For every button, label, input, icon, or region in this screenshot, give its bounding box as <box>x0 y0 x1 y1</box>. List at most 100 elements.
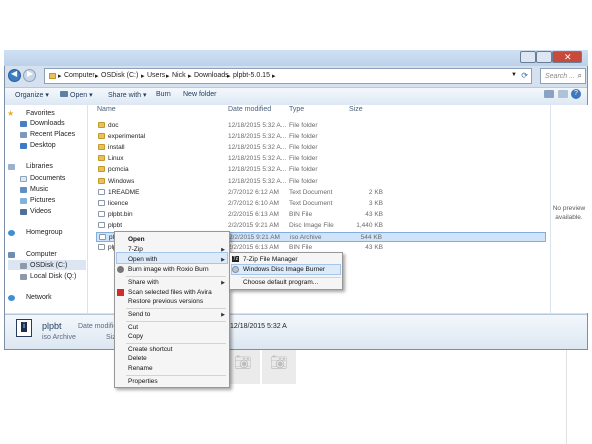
details-pane <box>5 314 587 349</box>
nav-music[interactable]: Music <box>30 186 48 193</box>
menu-7zip[interactable]: 7-Zip <box>128 246 143 253</box>
nav-favorites[interactable]: Favorites <box>26 110 55 117</box>
help-icon[interactable]: ? <box>571 89 581 99</box>
file-size: 544 KB <box>360 234 382 241</box>
back-arrow-icon: ◀ <box>11 69 18 78</box>
file-size: 3 KB <box>368 199 383 207</box>
menu-create-shortcut[interactable]: Create shortcut <box>128 346 172 353</box>
folder-icon <box>98 133 105 140</box>
column-type[interactable]: Type <box>289 106 304 113</box>
maximize-button[interactable] <box>536 51 552 63</box>
address-bar[interactable]: ▸ Computer ▸ OSDisk (C:) ▸ Users ▸ Nick … <box>44 68 532 84</box>
back-button[interactable]: ◀ <box>8 69 21 82</box>
menu-share-with[interactable]: Share with <box>128 279 159 286</box>
breadcrumb-separator: ▸ <box>188 73 192 80</box>
view-options-icon[interactable] <box>544 90 554 98</box>
menu-scan-avira[interactable]: Scan selected files with Avira <box>128 289 212 296</box>
menu-cut[interactable]: Cut <box>128 324 138 331</box>
nav-homegroup[interactable]: Homegroup <box>26 229 63 236</box>
menu-rename[interactable]: Rename <box>128 365 153 372</box>
pictures-icon <box>20 198 27 204</box>
nav-libraries[interactable]: Libraries <box>26 163 53 170</box>
details-file-name: plpbt <box>42 321 62 331</box>
open-with-submenu-items: 7z 7-Zip File Manager Windows Disc Image… <box>229 252 343 290</box>
page-background-divider <box>566 350 567 444</box>
breadcrumb-separator: ▸ <box>166 73 170 80</box>
table-row[interactable]: experimental 12/18/2015 5:32 A... File fol… <box>96 132 546 142</box>
nav-pictures[interactable]: Pictures <box>30 197 55 204</box>
menu-delete[interactable]: Delete <box>128 355 147 362</box>
open-button[interactable]: Open ▾ <box>70 91 93 99</box>
forward-button[interactable]: ▶ <box>23 69 36 82</box>
file-type-icon: i <box>16 319 32 337</box>
file-name: plpbt.bin <box>108 210 133 218</box>
breadcrumb-plpbt[interactable]: plpbt-5.0.15 <box>233 72 270 79</box>
nav-local-disk[interactable]: Local Disk (Q:) <box>30 273 76 280</box>
menu-properties[interactable]: Properties <box>128 378 158 385</box>
menu-burn-roxio[interactable]: Burn image with Roxio Burn <box>128 266 209 273</box>
close-button[interactable]: ✕ <box>552 51 582 63</box>
nav-network[interactable]: Network <box>26 294 52 301</box>
breadcrumb-computer[interactable]: Computer <box>64 72 95 79</box>
column-name[interactable]: Name <box>97 106 116 113</box>
menu-send-to[interactable]: Send to <box>128 311 150 318</box>
nav-desktop[interactable]: Desktop <box>30 142 56 149</box>
breadcrumb-separator: ▸ <box>58 73 62 80</box>
menu-separator <box>126 375 226 376</box>
desktop-icon <box>20 143 27 149</box>
table-row[interactable]: Linux 12/18/2015 5:32 A... File folder <box>96 154 546 164</box>
refresh-icon[interactable]: ⟳ <box>521 71 528 80</box>
new-folder-button[interactable]: New folder <box>183 91 216 98</box>
table-row[interactable]: licence 2/7/2012 6:10 AM Text Document 3 KB <box>96 199 546 209</box>
breadcrumb-users[interactable]: Users <box>147 72 165 79</box>
file-icon <box>98 244 105 251</box>
table-row[interactable]: Windows 12/18/2015 5:32 A... File folder <box>96 177 546 187</box>
file-date: 2/2/2015 9:21 AM <box>229 234 280 241</box>
file-type: File folder <box>289 177 318 185</box>
address-dropdown-icon[interactable]: ▼ <box>511 72 517 78</box>
table-row[interactable]: plpbt.bin 2/2/2015 6:13 AM BIN File 43 KB <box>96 210 546 220</box>
submenu-disc-image-burner[interactable]: Windows Disc Image Burner <box>243 266 325 273</box>
table-row[interactable]: pcmcia 12/18/2015 5:32 A... File folder <box>96 165 546 175</box>
column-date-modified[interactable]: Date modified <box>228 106 271 113</box>
breadcrumb-osdisk[interactable]: OSDisk (C:) <box>101 72 138 79</box>
submenu-7zip-file-manager[interactable]: 7-Zip File Manager <box>243 256 298 263</box>
close-icon: ✕ <box>564 52 572 62</box>
submenu-choose-default[interactable]: Choose default program... <box>243 279 318 286</box>
menu-separator <box>126 343 226 344</box>
menu-restore-versions[interactable]: Restore previous versions <box>128 298 203 305</box>
breadcrumb-downloads[interactable]: Downloads <box>194 72 229 79</box>
minimize-button[interactable] <box>520 51 536 63</box>
table-row[interactable]: 1README 2/7/2012 6:12 AM Text Document 2 KB <box>96 188 546 198</box>
folder-icon <box>98 122 105 128</box>
nav-documents[interactable]: Documents <box>30 175 65 182</box>
nav-recent-places[interactable]: Recent Places <box>30 131 75 138</box>
burn-button[interactable]: Burn <box>156 91 171 98</box>
details-date-label: Date modifie <box>78 323 118 330</box>
column-size[interactable]: Size <box>349 106 363 113</box>
search-input[interactable]: Search ... ⌕ <box>540 68 586 84</box>
submenu-arrow-icon: ▶ <box>221 312 225 318</box>
breadcrumb-separator: ▸ <box>95 73 99 80</box>
file-size: 2 KB <box>368 188 383 196</box>
organize-button[interactable]: Organize ▾ <box>15 91 49 99</box>
menu-separator <box>241 277 341 278</box>
table-row[interactable]: doc 12/18/2015 5:32 A... File folder <box>96 121 546 131</box>
share-with-button[interactable]: Share with ▾ <box>108 91 147 99</box>
nav-videos[interactable]: Videos <box>30 208 51 215</box>
menu-open[interactable]: Open <box>128 236 145 243</box>
nav-downloads[interactable]: Downloads <box>30 120 65 127</box>
menu-open-with[interactable]: Open with <box>128 256 157 263</box>
table-row[interactable]: install 12/18/2015 5:32 A... File folder <box>96 143 546 153</box>
preview-pane-icon[interactable] <box>558 90 568 98</box>
file-icon <box>98 199 105 206</box>
table-row[interactable]: plpbt 2/2/2015 9:21 AM Disc Image File 1,44… <box>96 221 546 231</box>
breadcrumb-nick[interactable]: Nick <box>172 72 186 79</box>
title-bar[interactable] <box>4 50 588 66</box>
file-icon <box>98 188 105 195</box>
nav-computer[interactable]: Computer <box>26 251 57 258</box>
nav-osdisk[interactable]: OSDisk (C:) <box>30 262 67 269</box>
file-name: plpbt <box>108 221 123 229</box>
menu-copy[interactable]: Copy <box>128 333 143 340</box>
folder-icon <box>98 155 105 162</box>
